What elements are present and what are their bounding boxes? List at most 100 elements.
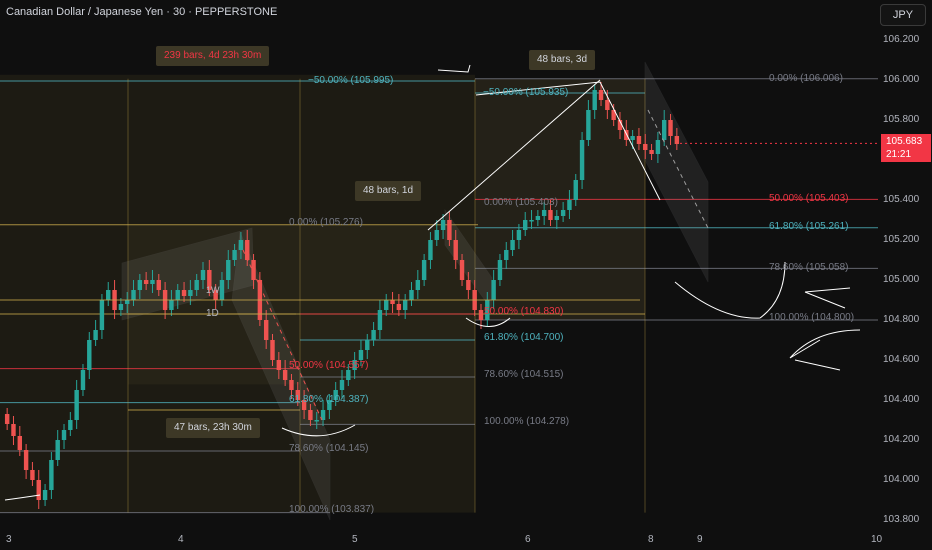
candle-body: [643, 144, 648, 150]
candle-body: [282, 370, 288, 380]
currency-button[interactable]: JPY: [880, 4, 926, 26]
candle-body: [440, 220, 446, 230]
one-day-marker: 1D: [206, 308, 219, 319]
candle-body: [504, 250, 509, 260]
candle-body: [55, 440, 60, 460]
candle-body: [358, 350, 364, 360]
candle-body: [377, 310, 383, 330]
candle-body: [434, 230, 439, 240]
candle-body: [371, 330, 376, 340]
candle-body: [308, 410, 313, 420]
time-tick-label: 6: [525, 534, 531, 545]
price-tick-label: 105.200: [883, 234, 920, 245]
fib-label: 0.00% (105.403): [484, 197, 558, 208]
fib-label: 78.60% (104.145): [289, 443, 369, 454]
candle-body: [238, 240, 244, 250]
candle-body: [68, 420, 73, 430]
candle-body: [276, 360, 282, 370]
candle-body: [523, 220, 528, 230]
candle-body: [17, 436, 23, 450]
candle-body: [49, 460, 54, 490]
candle-body: [579, 140, 585, 180]
candle-body: [4, 414, 10, 424]
fib-label: 50.00% (105.403): [769, 193, 849, 204]
range-badge[interactable]: 48 bars, 3d: [529, 50, 596, 70]
candle-body: [11, 424, 16, 436]
price-tick-label: 106.200: [883, 34, 920, 45]
candle-body: [535, 216, 541, 220]
price-tick-label: 104.600: [883, 354, 920, 365]
candle-body: [655, 140, 661, 154]
candle-body: [23, 450, 29, 470]
candle-body: [402, 300, 408, 310]
range-badge[interactable]: 239 bars, 4d 23h 30m: [156, 46, 270, 66]
fib-label: 61.80% (105.261): [769, 221, 849, 232]
candle-body: [346, 370, 351, 380]
candle-body: [106, 290, 111, 300]
bar-countdown: 21:21: [886, 149, 912, 160]
price-tick-label: 104.200: [883, 434, 920, 445]
descending-channel: [644, 61, 709, 283]
fib-label: 61.80% (104.700): [484, 332, 564, 343]
time-tick-label: 8: [648, 534, 654, 545]
fib-label: −50.00% (105.995): [308, 75, 394, 86]
price-tick-label: 105.400: [883, 194, 920, 205]
candle-body: [118, 304, 124, 310]
candle-body: [592, 90, 597, 110]
candle-body: [270, 340, 275, 360]
candle-body: [491, 280, 496, 300]
candle-body: [674, 136, 680, 144]
candle-body: [497, 260, 503, 280]
price-tick-label: 104.800: [883, 314, 920, 325]
candle-body: [80, 370, 86, 390]
time-tick-label: 4: [178, 534, 184, 545]
price-tick-label: 106.000: [883, 74, 920, 85]
candle-body: [245, 240, 250, 260]
time-tick-label: 3: [6, 534, 12, 545]
candle-body: [396, 304, 402, 310]
candle-body: [42, 490, 48, 500]
candle-body: [30, 470, 35, 480]
candle-body: [421, 260, 427, 280]
candle-body: [554, 216, 560, 220]
candle-body: [219, 280, 225, 300]
price-tick-label: 105.800: [883, 114, 920, 125]
candle-body: [630, 136, 635, 140]
candle-body: [516, 230, 522, 240]
one-week-marker: 1W: [206, 285, 220, 295]
candle-body: [510, 240, 515, 250]
candle-body: [478, 310, 484, 320]
candle-body: [409, 290, 414, 300]
candle-body: [150, 280, 155, 284]
candle-body: [415, 280, 421, 290]
symbol-title[interactable]: Canadian Dollar / Japanese Yen · 30 · PE…: [6, 6, 277, 18]
range-badge[interactable]: 48 bars, 1d: [355, 181, 422, 201]
candle-body: [365, 340, 370, 350]
current-price-value: 105.683: [886, 136, 923, 147]
fib-label: 61.80% (104.387): [289, 394, 369, 405]
fib-label: 78.60% (105.058): [769, 262, 849, 273]
fib-label: 50.00% (104.830): [484, 306, 564, 317]
candle-body: [314, 420, 319, 422]
range-badge[interactable]: 47 bars, 23h 30m: [166, 418, 260, 438]
candle-body: [390, 300, 395, 304]
candle-body: [61, 430, 67, 440]
candle-body: [529, 220, 534, 222]
drawing-stroke: [437, 64, 471, 73]
candle-body: [131, 290, 136, 300]
candle-body: [649, 150, 654, 154]
candle-body: [453, 240, 458, 260]
candle-body: [200, 270, 206, 280]
fib-label: 50.00% (104.557): [289, 360, 369, 371]
candle-body: [188, 290, 193, 296]
price-tick-label: 104.400: [883, 394, 920, 405]
fib-label: 78.60% (104.515): [484, 369, 564, 380]
candle-body: [181, 290, 187, 296]
candle-body: [251, 260, 256, 280]
candle-body: [573, 180, 578, 200]
time-tick-label: 10: [871, 534, 883, 545]
candle-body: [668, 120, 673, 136]
candle-body: [289, 380, 294, 390]
candle-body: [74, 390, 79, 420]
candle-body: [428, 240, 433, 260]
